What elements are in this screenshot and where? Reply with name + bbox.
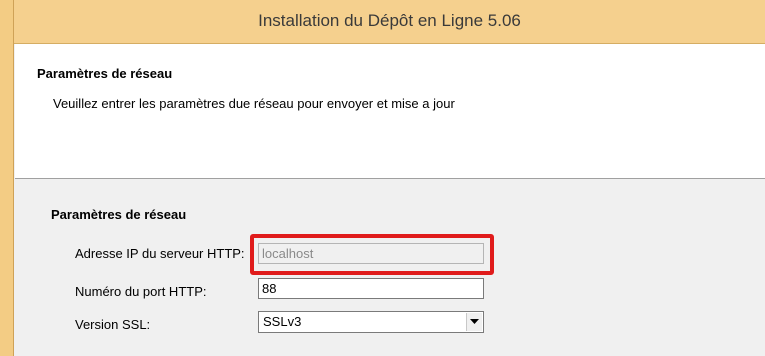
installer-window: Installation du Dépôt en Ligne 5.06 Para…	[0, 0, 765, 356]
section-title: Paramètres de réseau	[51, 207, 187, 222]
window-left-border	[0, 0, 14, 356]
dropdown-button[interactable]	[466, 313, 482, 331]
server-ip-label: Adresse IP du serveur HTTP:	[75, 246, 245, 261]
header-title: Paramètres de réseau	[37, 66, 173, 81]
ssl-version-label: Version SSL:	[75, 317, 151, 332]
window-title: Installation du Dépôt en Ligne 5.06	[258, 11, 521, 30]
network-settings-panel: Paramètres de réseau Adresse IP du serve…	[15, 180, 765, 356]
title-bar[interactable]: Installation du Dépôt en Ligne 5.06	[14, 0, 765, 44]
ssl-version-select[interactable]: SSLv3	[258, 311, 484, 333]
chevron-down-icon	[470, 319, 479, 324]
header-panel: Paramètres de réseau Veuillez entrer les…	[15, 44, 765, 179]
ssl-version-value: SSLv3	[263, 314, 302, 329]
highlight-annotation	[250, 234, 494, 275]
port-label: Numéro du port HTTP:	[75, 284, 207, 299]
port-field[interactable]	[258, 278, 484, 299]
header-description: Veuillez entrer les paramètres due résea…	[53, 96, 455, 111]
